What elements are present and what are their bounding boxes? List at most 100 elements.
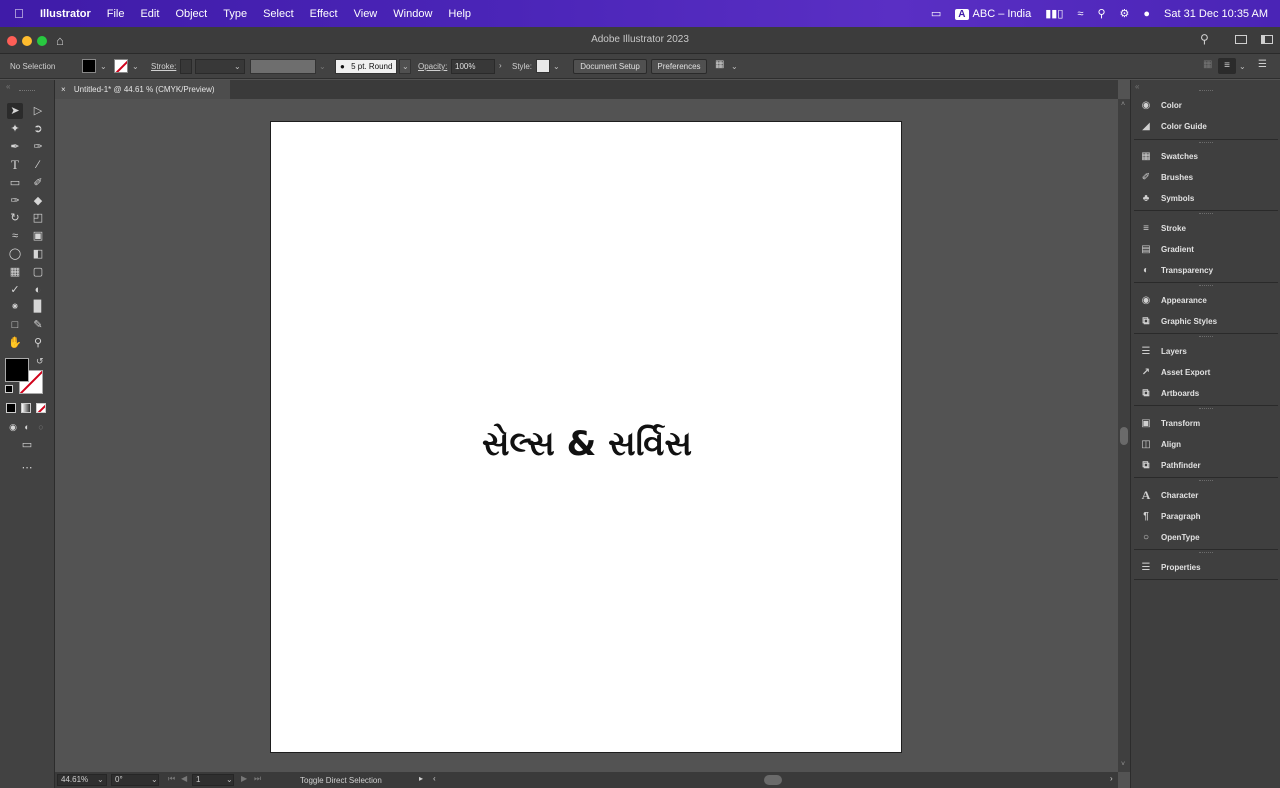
stroke-swatch-dropdown-icon[interactable]: ⌄: [132, 62, 139, 71]
slice-tool-icon[interactable]: ✎: [30, 317, 46, 333]
document-setup-button[interactable]: Document Setup: [573, 59, 647, 74]
opacity-arrow-icon[interactable]: ›: [499, 61, 502, 70]
panel-align[interactable]: ◫ Align: [1139, 435, 1181, 453]
type-tool-icon[interactable]: T: [7, 157, 23, 173]
panel-group-grip[interactable]: [1199, 336, 1213, 338]
panel-pathfinder[interactable]: ⧉ Pathfinder: [1139, 456, 1200, 474]
menu-object[interactable]: Object: [175, 8, 207, 20]
swap-fill-stroke-icon[interactable]: ↺: [36, 356, 44, 367]
hand-tool-icon[interactable]: ✋: [7, 335, 23, 351]
column-graph-tool-icon[interactable]: ▉: [30, 299, 46, 315]
wifi-icon[interactable]: ≈: [1077, 8, 1083, 20]
opacity-label[interactable]: Opacity:: [418, 62, 447, 71]
panel-opentype[interactable]: ○ OpenType: [1139, 528, 1200, 546]
color-mode-icon[interactable]: [6, 403, 16, 413]
grid-icon[interactable]: ▦: [1203, 59, 1212, 70]
preferences-button[interactable]: Preferences: [651, 59, 707, 74]
brush-definition[interactable]: ● 5 pt. Round: [335, 59, 397, 74]
panel-artboards[interactable]: ⧉ Artboards: [1139, 384, 1199, 402]
stroke-swatch[interactable]: [114, 59, 128, 73]
fill-swatch[interactable]: [82, 59, 96, 73]
scroll-up-icon[interactable]: ˄: [1121, 101, 1125, 108]
stroke-weight-dropdown-icon[interactable]: ⌄: [234, 62, 241, 71]
siri-icon[interactable]: ●: [1143, 8, 1150, 20]
menu-edit[interactable]: Edit: [140, 8, 159, 20]
rectangle-tool-icon[interactable]: ▭: [7, 175, 23, 191]
screen-mirror-icon[interactable]: ▭: [931, 7, 941, 20]
menu-type[interactable]: Type: [223, 8, 247, 20]
shape-builder-tool-icon[interactable]: ◯: [7, 246, 23, 262]
draw-inside-icon[interactable]: ○: [33, 419, 49, 435]
pen-tool-icon[interactable]: ✒: [7, 139, 23, 155]
artboard-text[interactable]: સેલ્સ & સર્વિસ: [271, 424, 903, 464]
menubar-clock[interactable]: Sat 31 Dec 10:35 AM: [1164, 8, 1268, 20]
gradient-mode-icon[interactable]: [21, 403, 31, 413]
graphic-style-swatch[interactable]: [536, 59, 550, 73]
eraser-tool-icon[interactable]: ◆: [30, 193, 46, 209]
edit-toolbar-icon[interactable]: ⋯: [19, 460, 35, 476]
screen-mode-icon[interactable]: ▭: [19, 437, 35, 453]
style-dropdown-icon[interactable]: ⌄: [553, 62, 560, 71]
panel-properties[interactable]: ☰ Properties: [1139, 558, 1201, 576]
previous-artboard-icon[interactable]: ◀: [181, 774, 187, 783]
menu-effect[interactable]: Effect: [310, 8, 338, 20]
symbol-sprayer-tool-icon[interactable]: ⁕: [7, 299, 23, 315]
status-menu-arrow-icon[interactable]: ▸: [419, 774, 423, 783]
apple-icon[interactable]: : [14, 6, 28, 21]
shaper-tool-icon[interactable]: ✑: [7, 193, 23, 209]
document-tab[interactable]: × Untitled-1* @ 44.61 % (CMYK/Preview): [55, 80, 230, 99]
fill-dropdown-icon[interactable]: ⌄: [100, 62, 107, 71]
lasso-tool-icon[interactable]: ➲: [30, 121, 46, 137]
paintbrush-tool-icon[interactable]: ✐: [30, 175, 46, 191]
free-transform-tool-icon[interactable]: ▣: [30, 228, 46, 244]
magic-wand-tool-icon[interactable]: ✦: [7, 121, 23, 137]
arrange-objects-icon[interactable]: ▦: [715, 59, 724, 70]
search-icon[interactable]: ⚲: [1200, 32, 1209, 46]
direct-selection-tool-icon[interactable]: ▷: [30, 103, 46, 119]
menu-app-name[interactable]: Illustrator: [40, 8, 91, 20]
canvas[interactable]: સેલ્સ & સર્વિસ: [55, 99, 1118, 772]
panel-menu-icon[interactable]: ☰: [1258, 59, 1267, 70]
snap-dropdown-icon[interactable]: ⌄: [1239, 62, 1246, 71]
panel-symbols[interactable]: ♣ Symbols: [1139, 189, 1195, 207]
panel-paragraph[interactable]: ¶ Paragraph: [1139, 507, 1200, 525]
control-center-icon[interactable]: ⚙: [1120, 7, 1130, 20]
vertical-scrollbar[interactable]: ˄ ˅: [1118, 99, 1130, 772]
fill-color-box[interactable]: [5, 358, 29, 382]
artboard-dropdown-icon[interactable]: ⌄: [226, 775, 233, 784]
rotation-dropdown-icon[interactable]: ⌄: [151, 775, 158, 784]
menu-view[interactable]: View: [354, 8, 378, 20]
panel-appearance[interactable]: ◉ Appearance: [1139, 291, 1207, 309]
rotate-tool-icon[interactable]: ↻: [7, 210, 23, 226]
default-colors-icon[interactable]: [5, 385, 13, 393]
stroke-label[interactable]: Stroke:: [151, 62, 176, 71]
panel-group-grip[interactable]: [1199, 285, 1213, 287]
menu-select[interactable]: Select: [263, 8, 294, 20]
last-artboard-icon[interactable]: ⏭: [254, 774, 261, 784]
panel-gradient[interactable]: ▤ Gradient: [1139, 240, 1194, 258]
panel-transform[interactable]: ▣ Transform: [1139, 414, 1200, 432]
variable-width-profile[interactable]: [250, 59, 316, 74]
panel-swatches[interactable]: ▦ Swatches: [1139, 147, 1198, 165]
workspace-switcher-icon[interactable]: [1261, 35, 1273, 44]
snap-icon[interactable]: ≡: [1218, 58, 1236, 74]
panel-brushes[interactable]: ✐ Brushes: [1139, 168, 1193, 186]
opacity-field[interactable]: 100%: [451, 59, 495, 74]
next-artboard-icon[interactable]: ▶: [241, 774, 247, 783]
panel-group-grip[interactable]: [1199, 90, 1213, 92]
zoom-dropdown-icon[interactable]: ⌄: [97, 775, 104, 784]
arrange-dropdown-icon[interactable]: ⌄: [731, 62, 738, 71]
panel-group-grip[interactable]: [1199, 408, 1213, 410]
panel-layers[interactable]: ☰ Layers: [1139, 342, 1187, 360]
scroll-left-icon[interactable]: ‹: [433, 774, 436, 783]
arrange-documents-icon[interactable]: [1235, 35, 1247, 44]
panel-character[interactable]: A Character: [1139, 486, 1199, 504]
first-artboard-icon[interactable]: ⏮: [168, 774, 175, 784]
panel-graphic-styles[interactable]: ⧉ Graphic Styles: [1139, 312, 1217, 330]
spotlight-icon[interactable]: ⚲: [1097, 7, 1105, 20]
close-tab-icon[interactable]: ×: [61, 85, 66, 94]
battery-icon[interactable]: ▮▮▯: [1045, 7, 1063, 20]
none-mode-icon[interactable]: [36, 403, 46, 413]
panel-group-grip[interactable]: [1199, 213, 1213, 215]
panel-transparency[interactable]: ◐ Transparency: [1139, 261, 1213, 279]
